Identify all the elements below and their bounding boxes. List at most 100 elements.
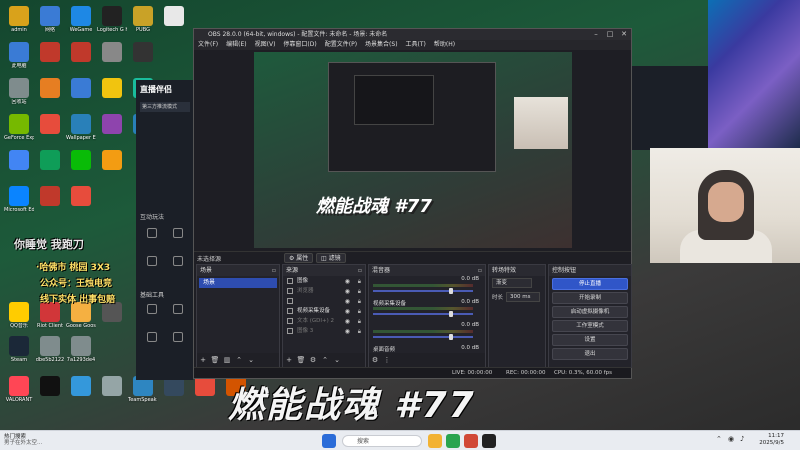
desktop-icon[interactable]: admin [4,4,34,38]
settings-button[interactable]: 设置 [552,334,628,346]
source-item[interactable]: 图像 ◉ 🔒︎ [283,276,365,286]
menu-item[interactable]: 工具(T) [402,40,430,50]
desktop-icon[interactable] [66,374,96,408]
start-recording-button[interactable]: 开始录制 [552,292,628,304]
taskbar-search[interactable]: 搜索 [342,435,422,447]
desktop-icon[interactable] [97,76,127,110]
volume-slider[interactable] [373,336,473,338]
move-down-icon[interactable]: ⌄ [331,353,343,367]
desktop-icon[interactable] [190,374,220,408]
desktop-icon[interactable]: Logitech G HUB [97,4,127,38]
volume-slider[interactable] [373,313,473,315]
start-virtual-camera-button[interactable]: 启动虚拟摄像机 [552,306,628,318]
desktop-icon[interactable] [35,76,65,110]
desktop-icon[interactable]: WeGame [66,4,96,38]
desktop-icon[interactable] [66,184,96,218]
menu-item[interactable]: 编辑(E) [222,40,250,50]
stop-streaming-button[interactable]: 停止直播 [552,278,628,290]
more-options-icon[interactable]: ⋮ [381,353,393,367]
close-icon[interactable]: ✕ [617,29,631,40]
desktop-icon[interactable]: 7a1293de4 [66,334,96,368]
maximize-icon[interactable]: □ [603,29,617,40]
desktop-icon[interactable] [66,148,96,182]
dock-float-icon[interactable]: ▫ [272,265,276,276]
desktop-icon[interactable] [66,76,96,110]
desktop-icon[interactable]: PUBG [128,4,158,38]
add-scene-icon[interactable]: + [197,353,209,367]
clock[interactable]: 11:17 2025/9/5 [759,433,784,447]
volume-knob[interactable] [449,288,453,294]
desktop-icon[interactable] [35,184,65,218]
tray-volume-icon[interactable]: ♪ [740,435,744,443]
desktop-icon[interactable]: 回收站 [4,76,34,110]
source-item[interactable]: 浏览器 ◉ 🔒︎ [283,286,365,296]
tray-chevron-icon[interactable]: ⌃ [716,435,722,443]
tool-item[interactable] [166,332,190,344]
duration-input[interactable]: 300 ms [506,292,540,302]
tool-item[interactable] [166,228,190,240]
remove-scene-icon[interactable]: 🗑 [209,353,221,367]
source-item[interactable]: 图像 3 ◉ 🔒︎ [283,326,365,336]
tool-item[interactable] [166,256,190,268]
desktop-icon[interactable]: QQ音乐 [4,300,34,334]
desktop-icon[interactable] [35,112,65,146]
move-up-icon[interactable]: ⌃ [233,353,245,367]
desktop-icon[interactable] [97,112,127,146]
app-icon[interactable] [464,434,478,448]
windows-start-icon[interactable] [322,434,336,448]
desktop-icon[interactable]: 此电脑 [4,40,34,74]
menu-item[interactable]: 文件(F) [194,40,222,50]
menu-item[interactable]: 场景集合(S) [361,40,402,50]
desktop-icon[interactable] [97,374,127,408]
desktop-icon[interactable] [35,374,65,408]
source-item[interactable]: 视频采集设备 ◉ 🔒︎ [283,306,365,316]
desktop-icon[interactable] [97,148,127,182]
obs-taskbar-icon[interactable] [482,434,496,448]
news-widget[interactable]: 热门搜索 男子在外太空... [4,434,42,446]
menu-item[interactable]: 帮助(H) [430,40,459,50]
file-explorer-icon[interactable] [428,434,442,448]
wechat-icon[interactable] [446,434,460,448]
desktop-icon[interactable]: 网络 [35,4,65,38]
stream-mode-select[interactable]: 第三方推流模式 [140,102,190,112]
desktop-icon[interactable]: Goose Goose Duck [66,300,96,334]
source-item[interactable]: ◉ 🔒︎ [283,296,365,306]
desktop-icon[interactable] [35,148,65,182]
scene-filter-icon[interactable]: ▥ [221,353,233,367]
transition-type-select[interactable]: 渐变 [492,278,532,288]
minimize-icon[interactable]: – [589,29,603,40]
move-down-icon[interactable]: ⌄ [245,353,257,367]
desktop-icon[interactable]: Wallpaper Engine [66,112,96,146]
tool-item[interactable] [140,304,164,316]
scene-item[interactable]: 场景 [199,278,277,288]
source-item[interactable]: 文本 (GDI+) 2 ◉ 🔒︎ [283,316,365,326]
tray-network-icon[interactable]: ◉ [728,435,734,443]
advanced-audio-icon[interactable]: ⚙ [369,353,381,367]
desktop-icon[interactable]: GeForce Experience [4,112,34,146]
desktop-icon[interactable] [66,40,96,74]
tool-item[interactable] [166,304,190,316]
desktop-icon[interactable]: dbe5b2122 [35,334,65,368]
tool-item[interactable] [140,228,164,240]
desktop-icon[interactable] [97,40,127,74]
add-source-icon[interactable]: + [283,353,295,367]
obs-preview[interactable]: 燃能战魂 #77 [254,52,572,248]
menu-item[interactable]: 视图(V) [251,40,280,50]
move-up-icon[interactable]: ⌃ [319,353,331,367]
desktop-icon[interactable] [35,40,65,74]
exit-button[interactable]: 退出 [552,348,628,360]
visibility-icon[interactable]: ◉ [345,327,350,337]
volume-slider[interactable] [373,290,473,292]
remove-source-icon[interactable]: 🗑 [295,353,307,367]
desktop-icon[interactable]: VALORANT [4,374,34,408]
desktop-icon[interactable]: Microsoft Edge [4,184,34,218]
dock-float-icon[interactable]: ▫ [358,265,362,276]
tool-item[interactable] [140,256,164,268]
volume-knob[interactable] [449,334,453,340]
desktop-icon[interactable] [97,300,127,334]
desktop-icon[interactable] [128,40,158,74]
tool-item[interactable] [140,332,164,344]
menu-item[interactable]: 停靠窗口(D) [279,40,320,50]
studio-mode-button[interactable]: 工作室模式 [552,320,628,332]
lock-icon[interactable]: 🔒︎ [358,327,361,337]
